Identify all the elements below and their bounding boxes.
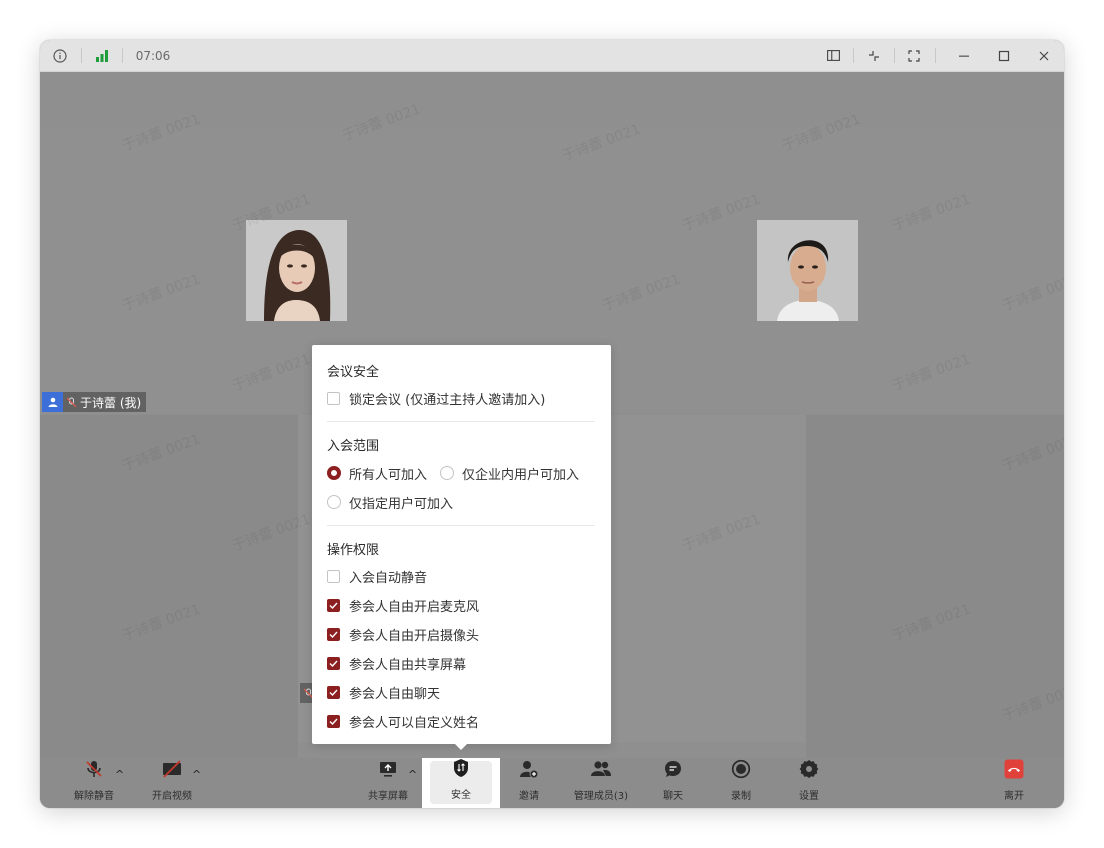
mic-permission-checkbox[interactable] xyxy=(327,598,340,612)
security-button-inner: 安全 xyxy=(430,758,492,804)
audio-options-chevron-icon[interactable]: ^ xyxy=(115,768,124,781)
user-icon xyxy=(42,392,63,412)
gear-icon xyxy=(799,759,819,783)
add-user-icon xyxy=(519,759,539,783)
start-video-label: 开启视频 xyxy=(152,791,192,802)
permission-share-screen[interactable]: 参会人自由共享屏幕 xyxy=(327,654,467,673)
share-screen-icon xyxy=(378,759,398,783)
share-screen-label: 共享屏幕 xyxy=(368,791,408,802)
share-permission-checkbox[interactable] xyxy=(327,656,340,670)
minimize-window-icon[interactable] xyxy=(864,40,884,71)
scope-specified-label: 仅指定用户可加入 xyxy=(349,496,454,512)
start-video-button[interactable]: 开启视频 xyxy=(146,758,198,808)
auto-mute-checkbox[interactable] xyxy=(327,569,340,583)
video-off-icon xyxy=(162,759,182,783)
hang-up-icon xyxy=(1004,759,1024,783)
divider xyxy=(327,525,595,526)
security-label: 安全 xyxy=(451,790,471,801)
shield-icon xyxy=(451,758,471,782)
video-tile-empty-left xyxy=(40,415,298,758)
share-permission-label: 参会人自由共享屏幕 xyxy=(349,657,467,673)
scope-everyone-label: 所有人可加入 xyxy=(349,467,428,483)
divider xyxy=(327,421,595,422)
scope-option-specified[interactable]: 仅指定用户可加入 xyxy=(327,493,454,512)
chat-permission-label: 参会人自由聊天 xyxy=(349,686,441,702)
permission-chat[interactable]: 参会人自由聊天 xyxy=(327,683,441,702)
meeting-toolbar: 解除静音 ^ 开启视频 ^ 共享屏幕 ^ 安全 邀请 管理成员(3) 聊天 录制… xyxy=(40,758,1064,808)
mic-permission-label: 参会人自由开启麦克风 xyxy=(349,599,480,615)
invite-label: 邀请 xyxy=(519,791,539,802)
invite-button[interactable]: 邀请 xyxy=(506,758,552,808)
permission-camera[interactable]: 参会人自由开启摄像头 xyxy=(327,625,480,644)
scope-enterprise-radio[interactable] xyxy=(440,466,454,480)
security-settings-popup: 会议安全 锁定会议 (仅通过主持人邀请加入) 入会范围 所有人可加入 仅企业内用… xyxy=(312,345,611,744)
chat-label: 聊天 xyxy=(663,791,683,802)
video-tile-remote-1[interactable] xyxy=(553,127,1064,413)
settings-button[interactable]: 设置 xyxy=(786,758,832,808)
permission-rename[interactable]: 参会人可以自定义姓名 xyxy=(327,712,480,731)
meeting-timer: 07:06 xyxy=(135,48,171,63)
avatar-male xyxy=(757,220,858,321)
sidebar-layout-icon[interactable] xyxy=(823,40,843,71)
manage-members-label: 管理成员(3) xyxy=(573,791,629,802)
section-title-join-scope: 入会范围 xyxy=(327,439,380,454)
manage-members-button[interactable]: 管理成员(3) xyxy=(568,758,634,808)
rename-permission-label: 参会人可以自定义姓名 xyxy=(349,715,480,731)
scope-option-enterprise[interactable]: 仅企业内用户可加入 xyxy=(440,464,580,483)
security-button[interactable]: 安全 xyxy=(422,758,500,808)
chat-permission-checkbox[interactable] xyxy=(327,685,340,699)
members-icon xyxy=(590,759,612,783)
rename-permission-checkbox[interactable] xyxy=(327,714,340,728)
chat-button[interactable]: 聊天 xyxy=(650,758,696,808)
share-screen-button[interactable]: 共享屏幕 xyxy=(362,758,414,808)
lock-meeting-label: 锁定会议 (仅通过主持人邀请加入) xyxy=(349,392,546,408)
mic-muted-icon xyxy=(63,397,80,408)
popup-pointer xyxy=(455,744,467,750)
fullscreen-icon[interactable] xyxy=(904,40,924,71)
unmute-button[interactable]: 解除静音 xyxy=(68,758,120,808)
record-icon xyxy=(731,759,751,783)
lock-meeting-checkbox[interactable] xyxy=(327,391,340,405)
avatar-female xyxy=(246,220,347,321)
record-label: 录制 xyxy=(731,791,751,802)
minimize-icon[interactable] xyxy=(954,40,974,71)
signal-strength-icon[interactable] xyxy=(92,40,112,71)
settings-label: 设置 xyxy=(799,791,819,802)
scope-enterprise-label: 仅企业内用户可加入 xyxy=(462,467,580,483)
title-bar: 07:06 xyxy=(40,40,1064,72)
maximize-icon[interactable] xyxy=(994,40,1014,71)
video-options-chevron-icon[interactable]: ^ xyxy=(192,768,201,781)
leave-button[interactable]: 离开 xyxy=(991,758,1037,808)
permission-mic[interactable]: 参会人自由开启麦克风 xyxy=(327,596,480,615)
share-options-chevron-icon[interactable]: ^ xyxy=(408,768,417,781)
chat-icon xyxy=(663,759,683,783)
section-title-permissions: 操作权限 xyxy=(327,543,380,558)
record-button[interactable]: 录制 xyxy=(718,758,764,808)
scope-everyone-radio[interactable] xyxy=(327,466,341,480)
video-tile-empty-right xyxy=(806,415,1064,758)
close-icon[interactable] xyxy=(1034,40,1054,71)
participant-name: 于诗蕾 (我) xyxy=(80,395,142,410)
participant-name-tag: 于诗蕾 (我) xyxy=(42,392,147,412)
auto-mute-label: 入会自动静音 xyxy=(349,570,428,586)
unmute-label: 解除静音 xyxy=(74,791,114,802)
section-title-meeting-security: 会议安全 xyxy=(327,365,380,380)
camera-permission-label: 参会人自由开启摄像头 xyxy=(349,628,480,644)
scope-specified-radio[interactable] xyxy=(327,495,341,509)
permission-auto-mute[interactable]: 入会自动静音 xyxy=(327,567,428,586)
info-icon[interactable] xyxy=(50,40,70,71)
scope-option-everyone[interactable]: 所有人可加入 xyxy=(327,464,428,483)
camera-permission-checkbox[interactable] xyxy=(327,627,340,641)
lock-meeting-option[interactable]: 锁定会议 (仅通过主持人邀请加入) xyxy=(327,389,546,408)
mic-muted-icon xyxy=(84,759,104,783)
leave-label: 离开 xyxy=(1004,791,1024,802)
